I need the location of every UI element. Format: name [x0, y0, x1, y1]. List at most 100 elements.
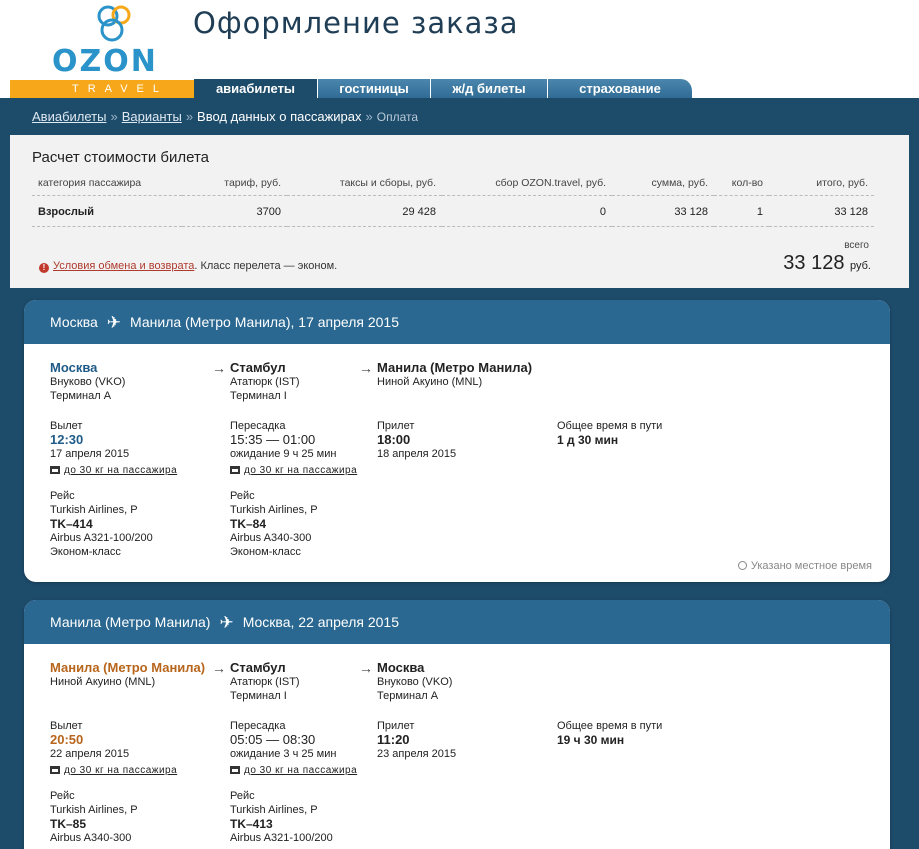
arrow-right-icon: →: [359, 660, 373, 676]
cell-total: 33 128: [769, 195, 874, 227]
flight-header: Москва ✈ Манила (Метро Манила), 17 апреля …: [24, 300, 890, 344]
destination-terminal: Терминал А: [377, 690, 439, 702]
flight-segment-2: Рейс Turkish Airlines, P TK–84 Airbus A3…: [230, 489, 318, 559]
transfer-block: Пересадка 05:05 — 08:30 ожидание 3 ч 25 …: [230, 719, 357, 778]
destination-block: Москва Внуково (VKO) Терминал А: [377, 661, 452, 703]
destination-airport: Внуково (VKO): [377, 676, 453, 688]
destination-city: Москва: [377, 660, 425, 675]
arrival-time: 11:20: [377, 732, 410, 747]
aircraft: Airbus A321-100/200: [50, 532, 153, 544]
transfer-city: Стамбул: [230, 360, 286, 375]
destination-block: Манила (Метро Манила) Ниной Акуино (MNL): [377, 361, 532, 389]
ozon-travel-logo[interactable]: OZON TRAVEL: [10, 0, 194, 98]
clock-icon: [737, 561, 747, 570]
logo-ozon-text: OZON: [52, 44, 158, 79]
arrival-time: 18:00: [377, 432, 411, 447]
transfer-wait: ожидание 3 ч 25 мин: [230, 748, 337, 760]
breadcrumb: Авиабилеты» Варианты» Ввод данных о пассаж…: [32, 109, 418, 124]
plane-icon: ✈: [106, 313, 122, 332]
cell-ozon-fee: 0: [442, 195, 612, 227]
breadcrumb-variants[interactable]: Варианты: [122, 109, 182, 124]
baggage-link[interactable]: до 30 кг на пассажира: [244, 465, 357, 476]
cabin-class: Эконом-класс: [50, 546, 121, 558]
origin-terminal: Терминал А: [50, 390, 112, 402]
tab-flights[interactable]: авиабилеты: [194, 79, 318, 99]
origin-block: Манила (Метро Манила) Ниной Акуино (MNL): [50, 661, 205, 689]
airline: Turkish Airlines, P: [230, 804, 318, 816]
warning-icon: !: [39, 263, 49, 273]
origin-city: Манила (Метро Манила): [50, 660, 206, 675]
baggage-icon: [230, 466, 240, 474]
aircraft: Airbus A321-100/200: [230, 832, 333, 844]
page-title: Оформление заказа: [193, 6, 519, 40]
cell-taxes: 29 428: [287, 195, 442, 227]
price-title: Расчет стоимости билета: [32, 149, 209, 166]
route-to: Манила (Метро Манила), 17 апреля 2015: [130, 314, 399, 330]
baggage-link[interactable]: до 30 кг на пассажира: [64, 465, 177, 476]
duration-label: Общее время в пути: [557, 420, 663, 432]
tab-hotels[interactable]: гостиницы: [318, 79, 431, 99]
duration-block: Общее время в пути 1 д 30 мин: [557, 419, 662, 447]
cell-count: 1: [714, 195, 769, 227]
col-category: категория пассажира: [32, 175, 182, 196]
transfer-terminal: Терминал I: [230, 390, 287, 402]
cell-tariff: 3700: [182, 195, 287, 227]
price-note: ! Условия обмена и возврата. Класс переле…: [39, 260, 337, 273]
breadcrumb-passengers: Ввод данных о пассажирах: [197, 109, 362, 124]
departure-time: 20:50: [50, 732, 84, 747]
duration-label: Общее время в пути: [557, 720, 663, 732]
baggage-link[interactable]: до 30 кг на пассажира: [244, 765, 357, 776]
route-to: Москва, 22 апреля 2015: [242, 614, 399, 630]
arrow-right-icon: →: [212, 660, 226, 676]
class-note: . Класс перелета — эконом.: [194, 260, 338, 272]
price-table: категория пассажира тариф, руб. таксы и …: [32, 175, 874, 227]
main-tabs: авиабилеты гостиницы ж/д билеты страхова…: [194, 79, 693, 99]
flight-label: Рейс: [50, 790, 75, 802]
cell-category: Взрослый: [32, 195, 182, 227]
exchange-terms-link[interactable]: Условия обмена и возврата: [53, 260, 194, 272]
flight-header: Манила (Метро Манила) ✈ Москва, 22 апреля …: [24, 600, 890, 644]
transfer-city-block: Стамбул Ататюрк (IST) Терминал I: [230, 661, 300, 703]
flight-number: TK–85: [50, 817, 87, 831]
airline: Turkish Airlines, P: [50, 504, 138, 516]
flight-label: Рейс: [50, 490, 75, 502]
arrow-right-icon: →: [212, 360, 226, 376]
route-from: Манила (Метро Манила): [50, 614, 211, 630]
origin-block: Москва Внуково (VKO) Терминал А: [50, 361, 125, 403]
logo-rings-icon: [97, 5, 131, 42]
flight-number: TK–84: [230, 517, 267, 531]
baggage-link[interactable]: до 30 кг на пассажира: [64, 765, 177, 776]
tab-insurance[interactable]: страхование: [548, 79, 693, 99]
airline: Turkish Airlines, P: [230, 504, 318, 516]
departure-block: Вылет 20:50 22 апреля 2015 до 30 кг на п…: [50, 719, 177, 778]
flight-segment-2: Рейс Turkish Airlines, P TK–413 Airbus A…: [230, 789, 333, 845]
transfer-time: 05:05 — 08:30: [230, 732, 316, 747]
total-value: 33 128: [783, 252, 845, 274]
transfer-label: Пересадка: [230, 420, 286, 432]
col-ozon-fee: сбор OZON.travel, руб.: [442, 175, 612, 196]
baggage-icon: [50, 466, 60, 474]
breadcrumb-separator: »: [365, 109, 373, 124]
transfer-time: 15:35 — 01:00: [230, 432, 316, 447]
breadcrumb-payment: Оплата: [376, 110, 419, 124]
plane-icon: ✈: [219, 613, 234, 632]
total-unit: руб.: [850, 260, 871, 272]
col-taxes: таксы и сборы, руб.: [287, 175, 442, 196]
cabin-class: Эконом-класс: [230, 546, 301, 558]
departure-label: Вылет: [50, 420, 83, 432]
total-label: всего: [844, 240, 869, 251]
arrival-label: Прилет: [377, 720, 415, 732]
transfer-airport: Ататюрк (IST): [230, 376, 300, 388]
price-table-header: категория пассажира тариф, руб. таксы и …: [32, 175, 874, 196]
destination-airport: Ниной Акуино (MNL): [377, 376, 483, 388]
duration-value: 1 д 30 мин: [557, 433, 619, 447]
tab-trains[interactable]: ж/д билеты: [431, 79, 548, 99]
departure-label: Вылет: [50, 720, 83, 732]
local-time-text: Указано местное время: [750, 560, 872, 572]
logo-travel-text: TRAVEL: [10, 80, 194, 98]
flight-number: TK–413: [230, 817, 273, 831]
origin-airport: Внуково (VKO): [50, 376, 126, 388]
breadcrumb-flights[interactable]: Авиабилеты: [32, 109, 106, 124]
flight-number: TK–414: [50, 517, 93, 531]
arrival-block: Прилет 11:20 23 апреля 2015: [377, 719, 456, 761]
